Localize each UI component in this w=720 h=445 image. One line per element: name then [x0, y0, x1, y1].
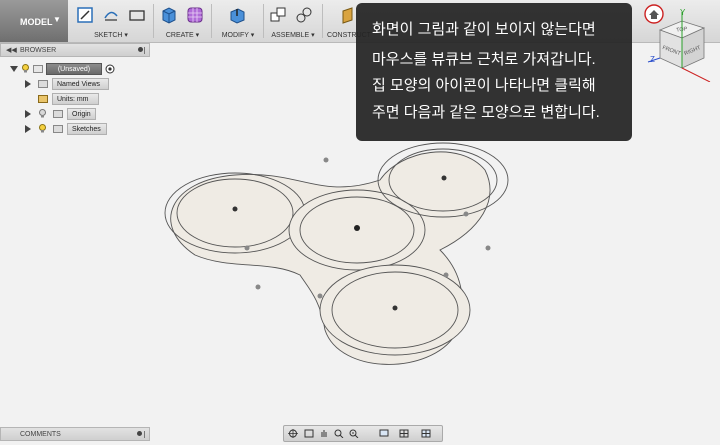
- orbit-icon[interactable]: [288, 429, 298, 438]
- y-axis-label: Y: [680, 8, 686, 17]
- center-point[interactable]: [232, 206, 238, 212]
- tooltip-line: 집 모양의 아이콘이 나타나면 클릭해: [372, 77, 596, 94]
- sketch-point[interactable]: [443, 272, 449, 278]
- zoom-icon[interactable]: [334, 429, 344, 438]
- display-settings-icon[interactable]: [379, 429, 389, 438]
- sketch-point[interactable]: [323, 157, 329, 163]
- tooltip-line: 화면이 그림과 같이 보이지 않는다면: [372, 21, 596, 38]
- pin-icon[interactable]: [137, 431, 142, 436]
- sketch-point[interactable]: [317, 293, 323, 299]
- comments-title: COMMENTS: [20, 431, 61, 438]
- comments-panel[interactable]: COMMENTS: [0, 427, 150, 441]
- grid-settings-icon[interactable]: [399, 429, 409, 438]
- fit-icon[interactable]: [349, 429, 359, 438]
- sketch-point[interactable]: [244, 245, 250, 251]
- center-point[interactable]: [354, 225, 360, 231]
- instruction-tooltip: 화면이 그림과 같이 보이지 않는다면 마우스를 뷰큐브 근처로 가져갑니다. …: [356, 3, 632, 141]
- center-point[interactable]: [441, 175, 447, 181]
- sketch-point[interactable]: [463, 211, 469, 217]
- z-axis-label: Z: [650, 55, 655, 64]
- sketch-point[interactable]: [255, 284, 261, 290]
- tooltip-line: 주면 다음과 같은 모양으로 변합니다.: [372, 104, 600, 121]
- viewports-icon[interactable]: [421, 429, 431, 438]
- pan-icon[interactable]: [319, 429, 329, 438]
- sketch-point[interactable]: [485, 245, 491, 251]
- viewcube[interactable]: TOP FRONT RIGHT Y X Z: [638, 0, 720, 82]
- navigation-bar: [283, 425, 443, 442]
- center-point[interactable]: [392, 305, 398, 311]
- panel-toggle-icon[interactable]: [144, 431, 148, 438]
- x-axis: [681, 67, 711, 82]
- look-at-icon[interactable]: [304, 429, 314, 438]
- tooltip-line: 마우스를 뷰큐브 근처로 가져갑니다.: [372, 51, 596, 68]
